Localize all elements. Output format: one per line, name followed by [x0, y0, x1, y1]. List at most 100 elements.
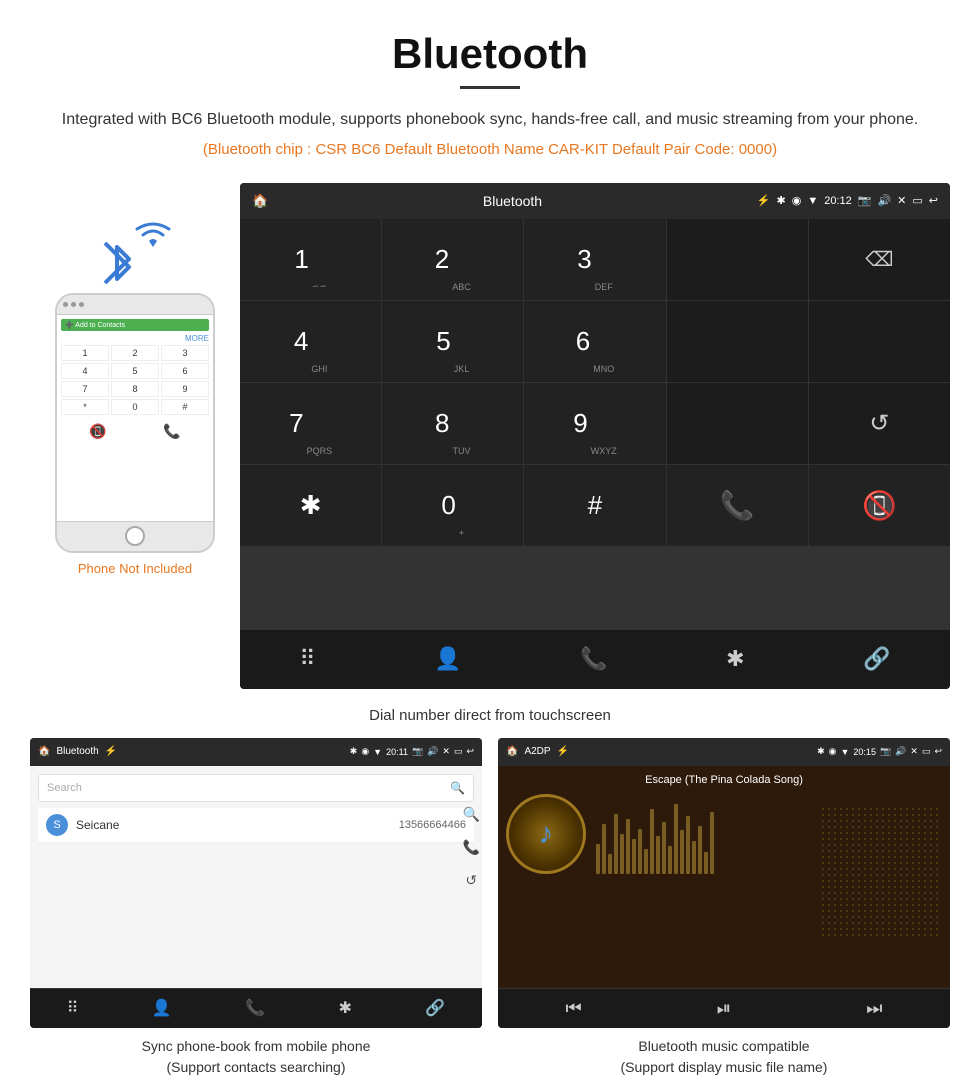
phone-icon[interactable]: 📞 — [580, 646, 607, 672]
viz-bar — [644, 849, 648, 874]
dial-refresh-cell[interactable]: ↺ — [809, 383, 950, 464]
pb-vol-icon: 🔊 — [427, 746, 438, 757]
refresh-icon: ↺ — [869, 409, 889, 438]
music-controls[interactable]: ⏮ ⏯ ⏭ — [498, 988, 950, 1028]
phonebook-content: Search 🔍 S Seicane 13566664466 🔍 📞 ↺ — [30, 766, 482, 988]
end-call-icon: 📵 — [862, 489, 897, 522]
dial-key-7[interactable]: 7PQRS — [240, 383, 381, 464]
viz-bar — [692, 841, 696, 874]
ms-bt-icon: ✱ — [817, 746, 825, 757]
contact-row: S Seicane 13566664466 — [38, 808, 474, 843]
pb-x-icon: ✕ — [442, 746, 450, 757]
viz-bar — [662, 822, 666, 874]
phonebook-bottom-bar: ⠿ 👤 📞 ✱ 🔗 — [30, 988, 482, 1028]
pb-sig-icon: ▼ — [373, 747, 382, 757]
home-icon: 🏠 — [252, 193, 268, 209]
music-caption: Bluetooth music compatible(Support displ… — [621, 1036, 828, 1078]
dial-key-2[interactable]: 2ABC — [382, 219, 523, 300]
ms-back-icon: ↩ — [934, 746, 942, 757]
phone-image: ➕ Add to Contacts MORE 1 2 3 4 5 6 7 8 9… — [55, 293, 215, 553]
phone-call-icon: 📞 — [163, 423, 180, 440]
phone-key-2: 2 — [111, 345, 159, 361]
ms-title: A2DP — [524, 746, 550, 757]
main-touchscreen[interactable]: 🏠 Bluetooth ⚡ ✱ ◉ ▼ 20:12 📷 🔊 ✕ ▭ ↩ 1∽∽ — [240, 183, 950, 689]
ms-vol-icon: 🔊 — [895, 746, 906, 757]
ms-status-left: 🏠 A2DP ⚡ — [506, 746, 569, 757]
phone-end-icon: 📵 — [89, 423, 106, 440]
prev-icon[interactable]: ⏮ — [566, 998, 582, 1019]
person-icon[interactable]: 👤 — [434, 646, 461, 672]
viz-bar — [608, 854, 612, 874]
phone-key-3: 3 — [161, 345, 209, 361]
viz-bar — [710, 812, 714, 874]
phone-dot-3 — [79, 302, 84, 307]
sidebar-refresh-icon[interactable]: ↺ — [465, 872, 477, 889]
time-display: 20:12 — [824, 195, 852, 207]
phonebook-screen: 🏠 Bluetooth ⚡ ✱ ◉ ▼ 20:11 📷 🔊 ✕ ▭ ↩ — [30, 738, 482, 1028]
ms-x-icon: ✕ — [910, 746, 918, 757]
ms-loc-icon: ◉ — [829, 746, 837, 757]
music-screenshot-block: 🏠 A2DP ⚡ ✱ ◉ ▼ 20:15 📷 🔊 ✕ ▭ ↩ Escape — [498, 738, 950, 1078]
screen-bottom-bar: ⠿ 👤 📞 ✱ 🔗 — [240, 629, 950, 689]
viz-bar — [668, 846, 672, 874]
phone-key-6: 6 — [161, 363, 209, 379]
album-art: ♪ — [506, 794, 586, 874]
ms-sig-icon: ▼ — [841, 747, 850, 757]
volume-icon: 🔊 — [877, 194, 891, 207]
viz-bar — [596, 844, 600, 874]
dial-key-6[interactable]: 6MNO — [524, 301, 665, 382]
dial-key-hash[interactable]: # — [524, 465, 665, 546]
dial-key-8[interactable]: 8TUV — [382, 383, 523, 464]
phone-home-button — [125, 526, 145, 546]
dial-backspace-cell[interactable]: ⌫ — [809, 219, 950, 300]
bt-wifi-icon-group — [95, 213, 175, 293]
dial-key-9[interactable]: 9WXYZ — [524, 383, 665, 464]
dial-pad[interactable]: 1∽∽ 2ABC 3DEF ⌫ 4GHI 5JKL 6MNO — [240, 219, 950, 629]
dial-key-4[interactable]: 4GHI — [240, 301, 381, 382]
wifi-icon — [131, 213, 175, 257]
viz-bar — [614, 814, 618, 874]
play-pause-icon[interactable]: ⏯ — [717, 998, 731, 1019]
usb-icon: ⚡ — [757, 194, 771, 207]
dial-key-star[interactable]: ✱ — [240, 465, 381, 546]
pb-bottom-phone[interactable]: 📞 — [245, 998, 265, 1018]
dial-call-green-cell[interactable]: 📞 — [667, 465, 808, 546]
location-icon: ◉ — [792, 194, 802, 207]
dial-key-0[interactable]: 0+ — [382, 465, 523, 546]
sidebar-call-icon[interactable]: 📞 — [463, 839, 480, 856]
signal-icon: ▼ — [807, 195, 818, 207]
page-title: Bluetooth — [40, 30, 940, 78]
screen-title: Bluetooth — [483, 193, 542, 209]
grid-icon[interactable]: ⠿ — [299, 646, 315, 672]
dial-call-red-cell[interactable]: 📵 — [809, 465, 950, 546]
viz-bar — [620, 834, 624, 874]
dial-key-5[interactable]: 5JKL — [382, 301, 523, 382]
pb-bottom-grid[interactable]: ⠿ — [67, 998, 79, 1018]
viz-bar — [686, 816, 690, 874]
dial-key-3[interactable]: 3DEF — [524, 219, 665, 300]
search-placeholder: Search — [47, 782, 450, 794]
dial-empty-2 — [667, 301, 808, 382]
phone-not-included-label: Phone Not Included — [78, 561, 192, 576]
ms-usb-icon: ⚡ — [557, 746, 569, 757]
viz-bar — [632, 839, 636, 874]
link-icon[interactable]: 🔗 — [863, 646, 890, 672]
pb-time: 20:11 — [386, 747, 408, 757]
music-content: Escape (The Pina Colada Song) ♪ — [498, 766, 950, 988]
sidebar-search-icon[interactable]: 🔍 — [463, 806, 480, 823]
pb-cam-icon: 📷 — [412, 746, 423, 757]
pb-bottom-bt[interactable]: ✱ — [339, 998, 352, 1018]
status-left: 🏠 — [252, 193, 268, 209]
pb-status-left: 🏠 Bluetooth ⚡ — [38, 746, 117, 757]
search-bar[interactable]: Search 🔍 — [38, 774, 474, 802]
music-screen: 🏠 A2DP ⚡ ✱ ◉ ▼ 20:15 📷 🔊 ✕ ▭ ↩ Escape — [498, 738, 950, 1028]
dial-key-1[interactable]: 1∽∽ — [240, 219, 381, 300]
pb-bottom-user[interactable]: 👤 — [152, 998, 172, 1018]
pb-bottom-link[interactable]: 🔗 — [425, 998, 445, 1018]
viz-bar — [638, 829, 642, 874]
phonebook-screenshot-block: 🏠 Bluetooth ⚡ ✱ ◉ ▼ 20:11 📷 🔊 ✕ ▭ ↩ — [30, 738, 482, 1078]
next-icon[interactable]: ⏭ — [866, 998, 882, 1019]
music-note-icon: ♪ — [539, 817, 554, 851]
bt-icon[interactable]: ✱ — [726, 646, 744, 672]
phone-key-0: 0 — [111, 399, 159, 415]
